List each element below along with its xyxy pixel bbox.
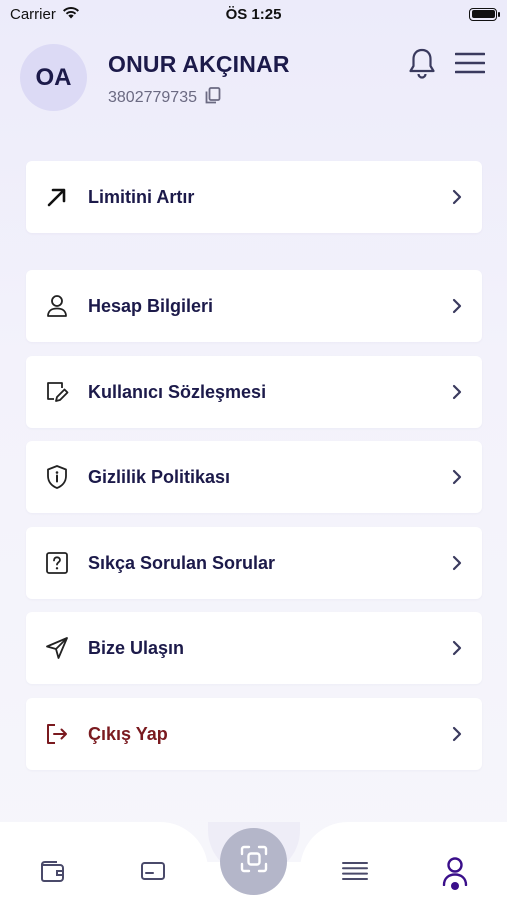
chevron-right-icon <box>450 467 464 487</box>
tab-wallet[interactable] <box>35 856 69 890</box>
menu-item-logout[interactable]: Çıkış Yap <box>26 698 482 770</box>
active-tab-indicator <box>451 882 459 890</box>
chevron-right-icon <box>450 553 464 573</box>
menu-item-agreement[interactable]: Kullanıcı Sözleşmesi <box>26 356 482 428</box>
menu-label-agreement: Kullanıcı Sözleşmesi <box>88 381 267 402</box>
menu-label-privacy: Gizlilik Politikası <box>88 466 231 487</box>
document-edit-icon <box>44 379 70 405</box>
tab-list[interactable] <box>338 856 372 890</box>
status-bar: Carrier ÖS 1:25 <box>0 0 507 28</box>
card-icon <box>140 860 166 887</box>
arrow-up-right-icon <box>44 184 70 210</box>
menu-item-limit[interactable]: Limitini Artır <box>26 161 482 233</box>
tab-bar-background-right <box>300 822 507 900</box>
battery-icon <box>469 7 500 21</box>
chevron-right-icon <box>450 638 464 658</box>
carrier-label: Carrier <box>10 5 56 23</box>
copy-icon[interactable] <box>205 87 221 109</box>
wallet-icon <box>39 859 65 888</box>
status-time: ÖS 1:25 <box>225 5 282 23</box>
logout-icon <box>44 721 70 747</box>
list-icon <box>342 861 368 886</box>
avatar: OA <box>20 44 87 111</box>
user-name: ONUR AKÇINAR <box>108 51 290 77</box>
menu-label-logout: Çıkış Yap <box>88 723 168 744</box>
wifi-icon <box>62 6 80 23</box>
menu-item-account[interactable]: Hesap Bilgileri <box>26 270 482 342</box>
tab-bar-background-left <box>0 822 208 900</box>
bottom-tab-bar <box>0 822 507 900</box>
scan-icon <box>240 845 268 878</box>
profile-header: OA ONUR AKÇINAR 3802779735 <box>20 44 487 112</box>
menu-item-privacy[interactable]: Gizlilik Politikası <box>26 441 482 513</box>
tab-card[interactable] <box>136 856 170 890</box>
status-left: Carrier <box>10 6 80 23</box>
send-icon <box>44 635 70 661</box>
user-id-row: 3802779735 <box>108 87 221 109</box>
question-icon <box>44 550 70 576</box>
scan-button[interactable] <box>220 828 287 895</box>
shield-info-icon <box>44 464 70 490</box>
chevron-right-icon <box>450 724 464 744</box>
notification-bell-icon[interactable] <box>405 46 439 80</box>
chevron-right-icon <box>450 296 464 316</box>
chevron-right-icon <box>450 382 464 402</box>
header-icons <box>405 46 487 80</box>
menu-item-faq[interactable]: Sıkça Sorulan Sorular <box>26 527 482 599</box>
menu-label-limit: Limitini Artır <box>88 186 195 207</box>
user-icon <box>44 293 70 319</box>
menu-label-account: Hesap Bilgileri <box>88 295 214 316</box>
menu-label-faq: Sıkça Sorulan Sorular <box>88 552 276 573</box>
hamburger-menu-icon[interactable] <box>453 46 487 80</box>
menu-label-contact: Bize Ulaşın <box>88 637 185 658</box>
menu-item-contact[interactable]: Bize Ulaşın <box>26 612 482 684</box>
chevron-right-icon <box>450 187 464 207</box>
user-id: 3802779735 <box>108 89 197 106</box>
